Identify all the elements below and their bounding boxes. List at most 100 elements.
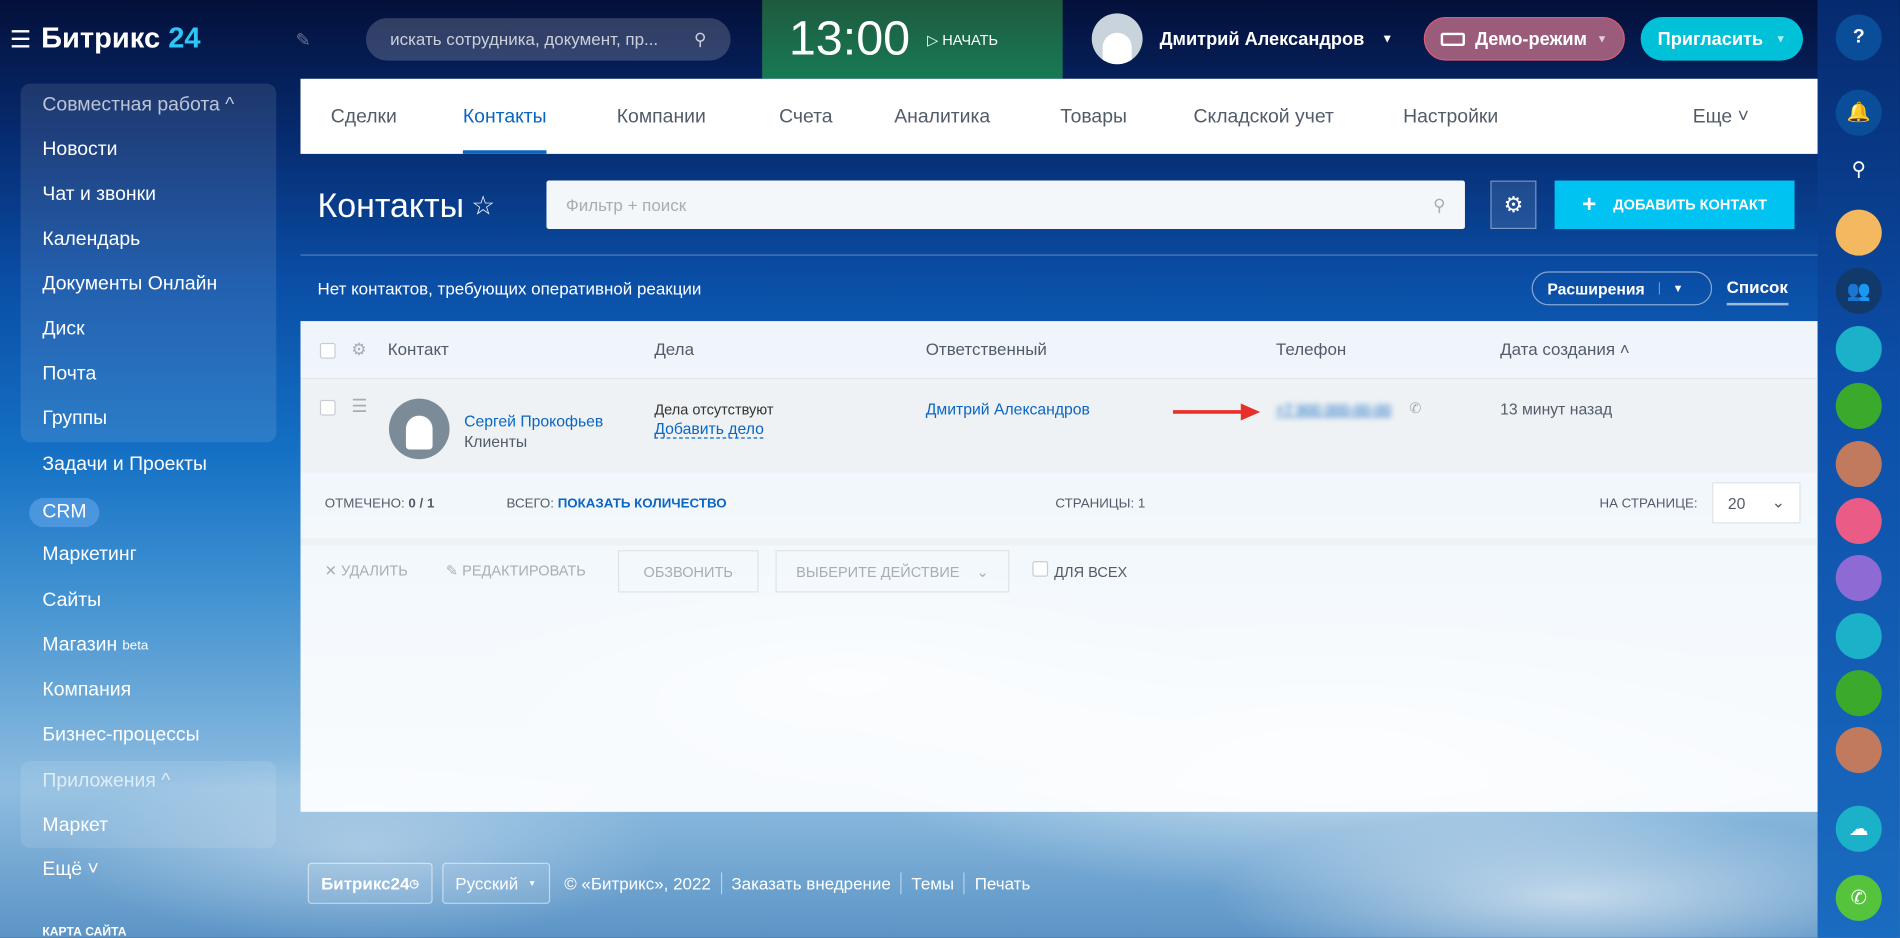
sidebar-item[interactable]: Магазин [42, 635, 117, 657]
table-row[interactable]: ☰ Сергей Прокофьев Клиенты Дела отсутств… [300, 379, 1818, 473]
tab[interactable]: Сделки [331, 107, 397, 129]
settings-button[interactable]: ⚙ [1490, 180, 1537, 230]
delete-button[interactable]: ✕ УДАЛИТЬ [325, 562, 408, 579]
language-select[interactable]: Русский ▼ [441, 862, 550, 904]
phone-call-icon[interactable]: ✆ [1409, 400, 1421, 417]
edit-label: РЕДАКТИРОВАТЬ [462, 562, 586, 580]
sidebar-item[interactable]: Новости [42, 139, 117, 161]
add-deal-link[interactable]: Добавить дело [654, 419, 764, 439]
column-header-responsible[interactable]: Ответственный [926, 339, 1047, 358]
pencil-icon[interactable]: ✎ [296, 29, 311, 51]
page-title-text: Контакты [317, 186, 465, 225]
select-all-checkbox[interactable] [319, 342, 336, 359]
per-page-select[interactable]: 20 ⌄ [1712, 482, 1801, 524]
avatar[interactable] [1835, 670, 1882, 717]
column-header-deals[interactable]: Дела [654, 339, 694, 358]
sidebar-item[interactable]: Совместная работа ^ [42, 95, 234, 117]
sidebar-item[interactable]: Задачи и Проекты [42, 454, 206, 476]
tab[interactable]: Счета [779, 107, 832, 129]
order-link[interactable]: Заказать внедрение [731, 874, 890, 893]
tab[interactable]: Компании [617, 107, 706, 129]
themes-link[interactable]: Темы [911, 874, 954, 893]
avatar[interactable] [1835, 325, 1882, 372]
search-icon[interactable]: ⚲ [1433, 195, 1445, 214]
logo[interactable]: ☰ Битрикс 24 [10, 22, 201, 56]
logo-num: 24 [168, 21, 201, 55]
language-label: Русский [455, 873, 519, 894]
avatar[interactable] [1835, 727, 1882, 774]
bitrix-logo-button[interactable]: Битрикс24 ◷ [307, 862, 433, 904]
sidebar-item[interactable]: Чат и звонки [42, 184, 156, 206]
print-link[interactable]: Печать [975, 874, 1031, 893]
start-button[interactable]: ▷ НАЧАТЬ [927, 31, 998, 48]
action-panel: ✕ УДАЛИТЬ ✎ РЕДАКТИРОВАТЬ ОБЗВОНИТЬ ВЫБЕ… [301, 545, 1818, 618]
sidebar-item[interactable]: Маркет [42, 815, 108, 837]
extensions-button[interactable]: Расширения ▼ [1531, 271, 1713, 306]
search-input[interactable]: искать сотрудника, документ, пр... ⚲ [365, 18, 731, 61]
sidebar-item[interactable]: Диск [42, 319, 84, 341]
demo-button[interactable]: Демо-режим ▼ [1423, 16, 1625, 61]
avatar[interactable] [1835, 441, 1882, 488]
add-contact-button[interactable]: + ДОБАВИТЬ КОНТАКТ [1554, 180, 1795, 230]
sidebar-item[interactable]: Документы Онлайн [42, 274, 217, 296]
tab[interactable]: Еще ˅ [1693, 107, 1749, 129]
sidebar-item[interactable]: CRM [29, 498, 100, 528]
sidebar-item[interactable]: Компания [42, 680, 131, 702]
avatar[interactable] [1835, 554, 1882, 602]
tab[interactable]: Складской учет [1194, 107, 1334, 129]
action-select[interactable]: ВЫБЕРИТЕ ДЕЙСТВИЕ ⌄ [775, 550, 1010, 593]
avatar[interactable] [1835, 382, 1882, 429]
tab[interactable]: Контакты [462, 107, 547, 154]
drag-handle-icon[interactable]: ☰ [351, 395, 367, 417]
help-icon[interactable]: ? [1835, 14, 1882, 61]
contact-name-link[interactable]: Сергей Прокофьев [464, 412, 603, 430]
column-header-contact[interactable]: Контакт [388, 339, 449, 358]
gear-icon: ⚙ [1503, 192, 1524, 217]
user-menu[interactable]: Дмитрий Александров ▼ [1091, 13, 1394, 65]
gear-icon[interactable]: ⚙ [351, 339, 366, 360]
tab[interactable]: Аналитика [894, 107, 990, 129]
search-icon[interactable]: ⚲ [694, 29, 706, 50]
sidebar-item[interactable]: Сайты [42, 590, 101, 612]
group-chat-icon[interactable]: 👥 [1835, 267, 1882, 314]
tab[interactable]: Настройки [1403, 107, 1498, 129]
cloud-phone-icon[interactable]: ☁ [1835, 805, 1882, 852]
bell-icon[interactable]: 🔔 [1835, 89, 1882, 136]
chevron-down-icon: ▼ [1775, 32, 1787, 45]
marked-value: 0 / 1 [408, 496, 435, 512]
view-list-tab[interactable]: Список [1726, 277, 1788, 306]
sidebar-item[interactable]: Приложения ^ [42, 771, 170, 793]
for-all-checkbox[interactable] [1032, 561, 1049, 577]
sidebar-item[interactable]: Бизнес-процессы [42, 725, 199, 747]
sidebar-item[interactable]: Почта [42, 364, 96, 386]
sitemap-link[interactable]: КАРТА САЙТА [42, 926, 126, 938]
chevron-down-icon: ▼ [1381, 32, 1394, 46]
tab[interactable]: Товары [1060, 107, 1127, 129]
column-header-phone[interactable]: Телефон [1276, 339, 1346, 358]
edit-button[interactable]: ✎ РЕДАКТИРОВАТЬ [446, 562, 586, 579]
show-count-link[interactable]: ПОКАЗАТЬ КОЛИЧЕСТВО [558, 497, 727, 512]
search-icon[interactable]: ⚲ [1836, 147, 1882, 193]
phone-icon[interactable]: ✆ [1835, 874, 1882, 921]
column-header-created[interactable]: Дата создания ˄ [1500, 339, 1630, 358]
avatar[interactable] [1835, 498, 1882, 545]
filter-search-input[interactable]: Фильтр + поиск ⚲ [546, 180, 1465, 230]
avatar[interactable] [1835, 613, 1882, 660]
clock-widget[interactable]: 13:00 ▷ НАЧАТЬ [762, 0, 1063, 79]
menu-icon[interactable]: ☰ [10, 24, 32, 54]
call-button[interactable]: ОБЗВОНИТЬ [617, 550, 759, 593]
responsible-link[interactable]: Дмитрий Александров [926, 400, 1090, 418]
row-checkbox[interactable] [319, 399, 336, 416]
sidebar-item[interactable]: Календарь [42, 229, 140, 251]
call-label: ОБЗВОНИТЬ [643, 562, 733, 580]
page-1-link[interactable]: 1 [1138, 497, 1145, 512]
avatar[interactable] [1835, 209, 1882, 256]
sidebar-item[interactable]: Ещё ˅ [42, 859, 98, 881]
sidebar-item[interactable]: Маркетинг [42, 544, 136, 566]
invite-button[interactable]: Пригласить ▼ [1640, 16, 1804, 61]
star-icon[interactable]: ☆ [471, 190, 495, 222]
beta-badge: beta [122, 638, 149, 654]
sidebar-item[interactable]: Группы [42, 408, 107, 430]
avatar [1091, 13, 1143, 65]
phone-link[interactable]: +7 900 000-00-00 [1276, 401, 1391, 418]
